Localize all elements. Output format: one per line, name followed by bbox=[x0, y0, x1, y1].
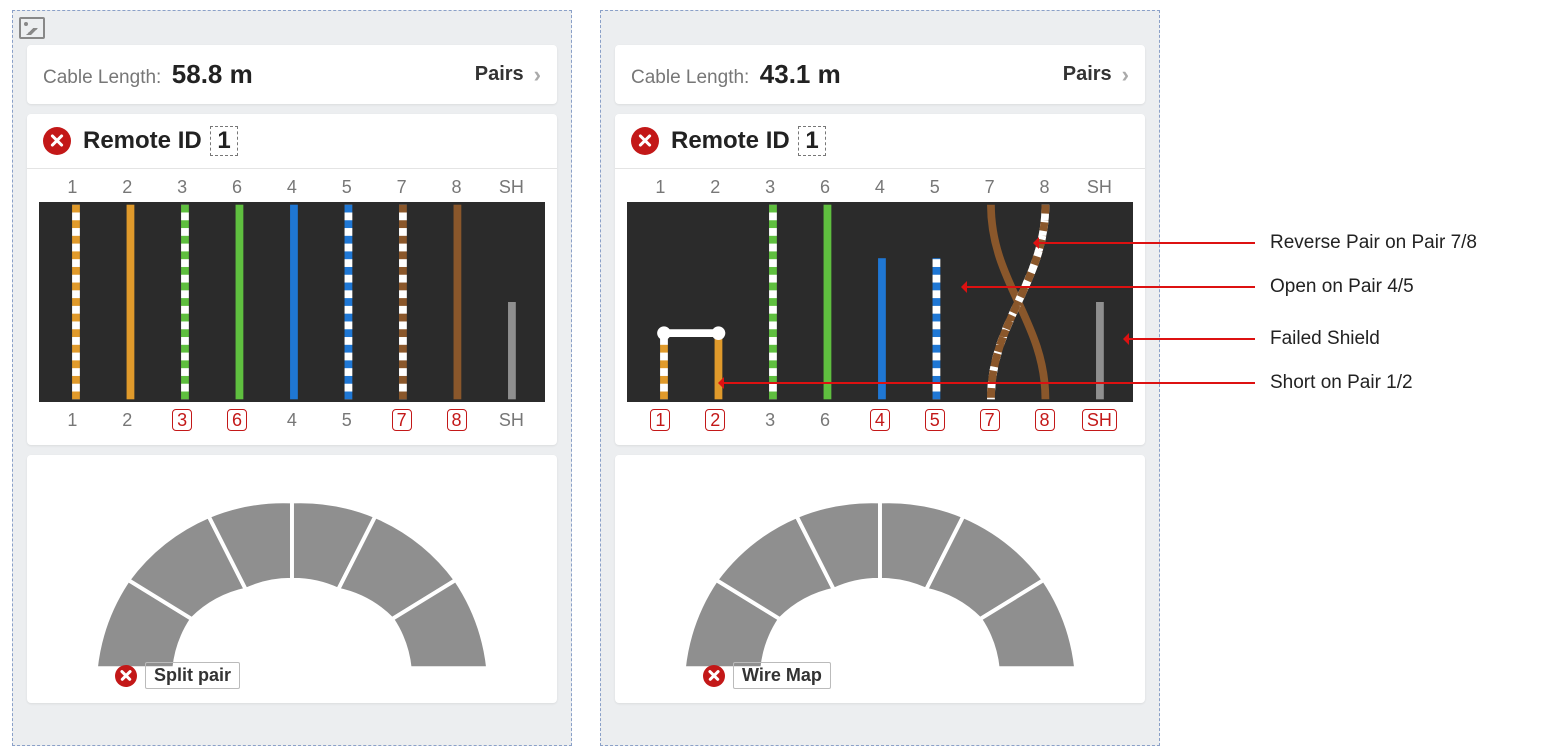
pin-label: SH bbox=[489, 410, 533, 431]
cable-length-value: 43.1 m bbox=[760, 59, 841, 89]
pairs-button[interactable]: Pairs › bbox=[1063, 62, 1129, 88]
pin-row-bottom: 12364578 SH bbox=[615, 402, 1145, 435]
chevron-right-icon: › bbox=[534, 62, 541, 88]
remote-id-value: 1 bbox=[798, 126, 825, 156]
cable-length-row[interactable]: Cable Length: 43.1 m Pairs › bbox=[615, 45, 1145, 104]
wiremap-card-left: Remote ID 1 12364578SH bbox=[27, 114, 557, 445]
pin-label: 1 bbox=[638, 410, 682, 431]
image-icon bbox=[19, 17, 45, 39]
pin-label: 7 bbox=[380, 410, 424, 431]
pin-label: 5 bbox=[913, 177, 957, 198]
pin-label: 3 bbox=[160, 177, 204, 198]
annotation-reverse-pair: Reverse Pair on Pair 7/8 bbox=[1270, 232, 1477, 254]
annotation-short-pair: Short on Pair 1/2 bbox=[1270, 372, 1413, 394]
gauge-card-left: Split pair bbox=[27, 455, 557, 703]
arrow-icon bbox=[1125, 338, 1255, 340]
gauge-status-text: Wire Map bbox=[733, 662, 831, 689]
pin-label: 6 bbox=[215, 410, 259, 431]
pairs-button[interactable]: Pairs › bbox=[475, 62, 541, 88]
wiremap-header: Remote ID 1 bbox=[615, 114, 1145, 169]
pin-label: 2 bbox=[693, 410, 737, 431]
pin-label: 8 bbox=[1023, 177, 1067, 198]
pin-label: 5 bbox=[325, 177, 369, 198]
cable-length-row[interactable]: Cable Length: 58.8 m Pairs › bbox=[27, 45, 557, 104]
arrow-icon bbox=[963, 286, 1255, 288]
pin-label: SH bbox=[1077, 410, 1121, 431]
pin-label: SH bbox=[489, 177, 533, 198]
gauge-icon bbox=[625, 465, 1135, 685]
annotation-failed-shield: Failed Shield bbox=[1270, 328, 1380, 350]
chevron-right-icon: › bbox=[1122, 62, 1129, 88]
gauge-status-text: Split pair bbox=[145, 662, 240, 689]
pin-label: 1 bbox=[50, 177, 94, 198]
pin-label: 8 bbox=[1023, 410, 1067, 431]
fail-icon bbox=[115, 665, 137, 687]
remote-id-label: Remote ID 1 bbox=[671, 126, 826, 156]
pin-label: 3 bbox=[748, 410, 792, 431]
pin-label: 1 bbox=[50, 410, 94, 431]
pin-label: 3 bbox=[748, 177, 792, 198]
cable-length-label: Cable Length: bbox=[43, 67, 161, 88]
wiremap-card-right: Remote ID 1 12364578SH bbox=[615, 114, 1145, 445]
pin-label: 7 bbox=[380, 177, 424, 198]
pin-row-top: 12364578 SH bbox=[27, 169, 557, 202]
pin-label: 7 bbox=[968, 410, 1012, 431]
pin-row-bottom: 12364578 SH bbox=[27, 402, 557, 435]
pin-label: 2 bbox=[105, 177, 149, 198]
pin-row-top: 12364578 SH bbox=[615, 169, 1145, 202]
fail-icon bbox=[43, 127, 71, 155]
pin-label: 4 bbox=[270, 177, 314, 198]
pin-label: 5 bbox=[325, 410, 369, 431]
gauge-status: Wire Map bbox=[703, 662, 831, 689]
pin-label: 4 bbox=[858, 177, 902, 198]
pin-label: 5 bbox=[913, 410, 957, 431]
annotation-open-pair: Open on Pair 4/5 bbox=[1270, 276, 1414, 298]
arrow-icon bbox=[1035, 242, 1255, 244]
test-panel-left: Cable Length: 58.8 m Pairs › Remote ID 1… bbox=[12, 10, 572, 746]
pairs-label: Pairs bbox=[475, 63, 524, 86]
pin-label: SH bbox=[1077, 177, 1121, 198]
gauge-icon bbox=[37, 465, 547, 685]
pin-label: 8 bbox=[435, 410, 479, 431]
pin-label: 8 bbox=[435, 177, 479, 198]
cable-length-text: Cable Length: 58.8 m bbox=[43, 59, 253, 90]
cable-length-label: Cable Length: bbox=[631, 67, 749, 88]
pin-label: 3 bbox=[160, 410, 204, 431]
pin-label: 1 bbox=[638, 177, 682, 198]
arrow-icon bbox=[720, 382, 1255, 384]
fail-icon bbox=[631, 127, 659, 155]
remote-id-label: Remote ID 1 bbox=[83, 126, 238, 156]
cable-length-value: 58.8 m bbox=[172, 59, 253, 89]
pin-label: 2 bbox=[693, 177, 737, 198]
pin-label: 4 bbox=[270, 410, 314, 431]
pin-label: 6 bbox=[215, 177, 259, 198]
pin-label: 7 bbox=[968, 177, 1012, 198]
remote-id-value: 1 bbox=[210, 126, 237, 156]
pin-label: 6 bbox=[803, 177, 847, 198]
wiremap-header: Remote ID 1 bbox=[27, 114, 557, 169]
cable-length-text: Cable Length: 43.1 m bbox=[631, 59, 841, 90]
pin-label: 4 bbox=[858, 410, 902, 431]
test-panel-right: Cable Length: 43.1 m Pairs › Remote ID 1… bbox=[600, 10, 1160, 746]
gauge-status: Split pair bbox=[115, 662, 240, 689]
pin-label: 2 bbox=[105, 410, 149, 431]
wiremap-diagram-left bbox=[39, 202, 545, 402]
pairs-label: Pairs bbox=[1063, 63, 1112, 86]
wiremap-diagram-right bbox=[627, 202, 1133, 402]
pin-label: 6 bbox=[803, 410, 847, 431]
fail-icon bbox=[703, 665, 725, 687]
gauge-card-right: Wire Map bbox=[615, 455, 1145, 703]
